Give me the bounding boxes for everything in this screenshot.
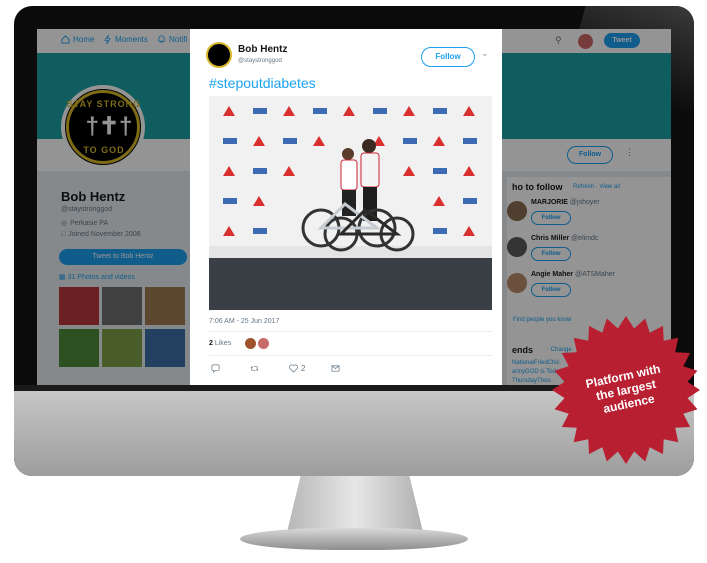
- retweet-button[interactable]: [250, 364, 259, 373]
- message-button[interactable]: [331, 364, 340, 373]
- chevron-down-icon[interactable]: ⌄: [481, 48, 489, 59]
- liker-avatar[interactable]: [258, 338, 269, 349]
- reply-icon: [211, 364, 220, 373]
- promo-seal-badge: Platform with the largest audience: [548, 312, 704, 468]
- envelope-icon: [331, 365, 340, 372]
- retweet-icon: [250, 366, 259, 371]
- tweet-author-handle[interactable]: @staystronggod: [238, 58, 282, 64]
- heart-icon: [289, 364, 298, 373]
- tweet-author-avatar[interactable]: [206, 42, 232, 68]
- badge-text: Platform with the largest audience: [533, 297, 707, 482]
- tweet-likes[interactable]: 2 Likes: [209, 340, 231, 347]
- tweet-hashtag[interactable]: #stepoutdiabetes: [209, 75, 316, 91]
- tweet-timestamp[interactable]: 7:06 AM - 25 Jun 2017: [209, 318, 279, 325]
- monitor-stand-neck: [287, 476, 423, 532]
- liker-avatar[interactable]: [245, 338, 256, 349]
- divider: [209, 331, 492, 332]
- monitor-stand-base: [240, 528, 468, 550]
- like-button[interactable]: 2: [289, 364, 305, 373]
- tweet-photo[interactable]: [209, 96, 492, 310]
- reply-button[interactable]: [211, 364, 220, 373]
- cyclists-photo: [209, 96, 492, 310]
- tweet-follow-button[interactable]: Follow: [421, 47, 475, 67]
- tweet-author-name[interactable]: Bob Hentz: [238, 44, 287, 55]
- divider: [209, 355, 492, 356]
- like-count: 2: [301, 364, 306, 373]
